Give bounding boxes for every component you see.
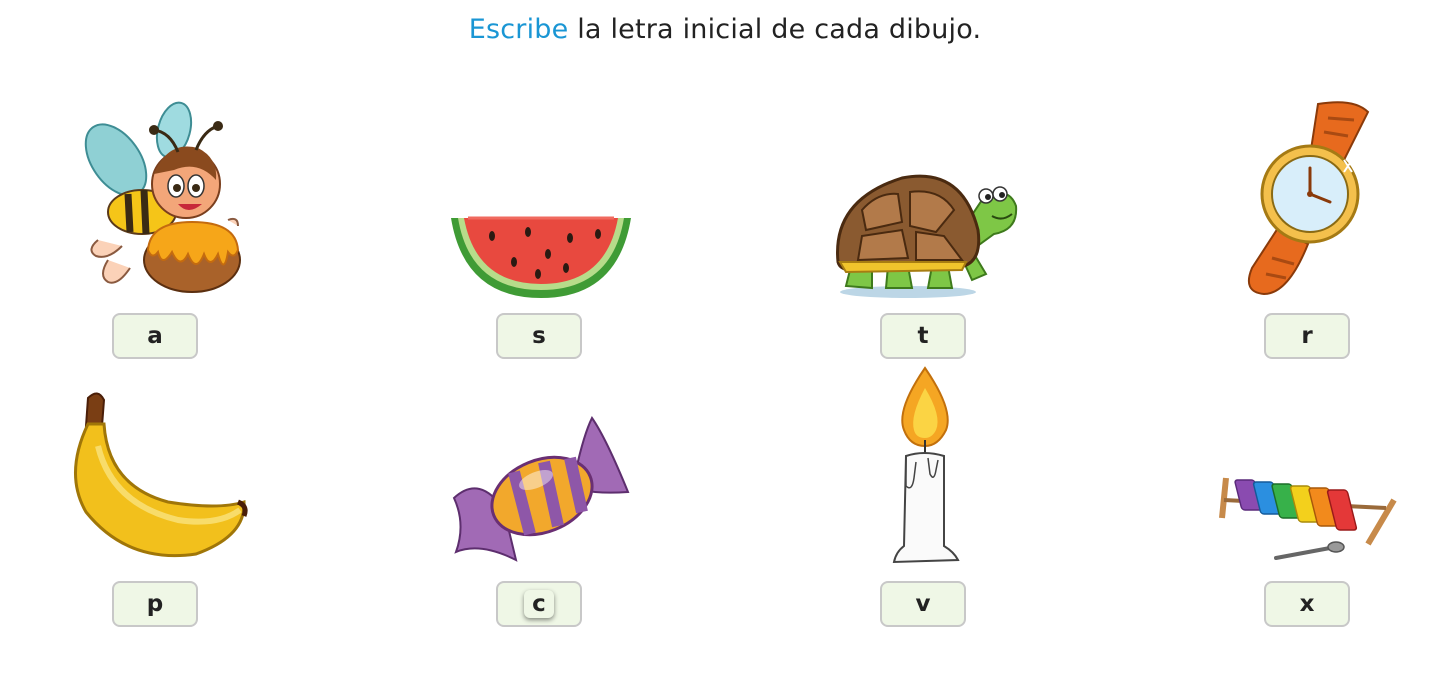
answer-box-6[interactable]: c [496,581,582,627]
answer-box-3[interactable]: t [880,313,966,359]
instruction-rest: la letra inicial de cada dibujo. [568,14,982,45]
instruction-accent: Escribe [468,14,569,45]
xylophone-icon[interactable] [1218,470,1400,566]
answer-letter: v [915,591,931,617]
answer-box-5[interactable]: p [112,581,198,627]
answer-box-1[interactable]: a [112,313,198,359]
turtle-icon[interactable] [832,170,1018,300]
candy-icon[interactable] [450,414,632,566]
answer-letter: t [917,323,929,349]
answer-letter: p [146,591,164,617]
banana-icon[interactable] [68,386,248,564]
answer-letter: x [1299,591,1315,617]
watch-icon[interactable] [1244,98,1374,298]
answer-box-2[interactable]: s [496,313,582,359]
answer-box-7[interactable]: v [880,581,966,627]
instruction-text: Escribe la letra inicial de cada dibujo. [0,14,1450,45]
answer-box-4[interactable]: r [1264,313,1350,359]
bee-honey-icon[interactable] [78,100,248,300]
answer-letter: c [524,590,554,618]
answer-letter: a [147,323,163,349]
watermelon-icon[interactable] [448,212,634,302]
answer-box-8[interactable]: x [1264,581,1350,627]
answer-letter: s [532,323,546,349]
candle-icon[interactable] [888,366,962,568]
answer-letter: r [1301,323,1313,349]
